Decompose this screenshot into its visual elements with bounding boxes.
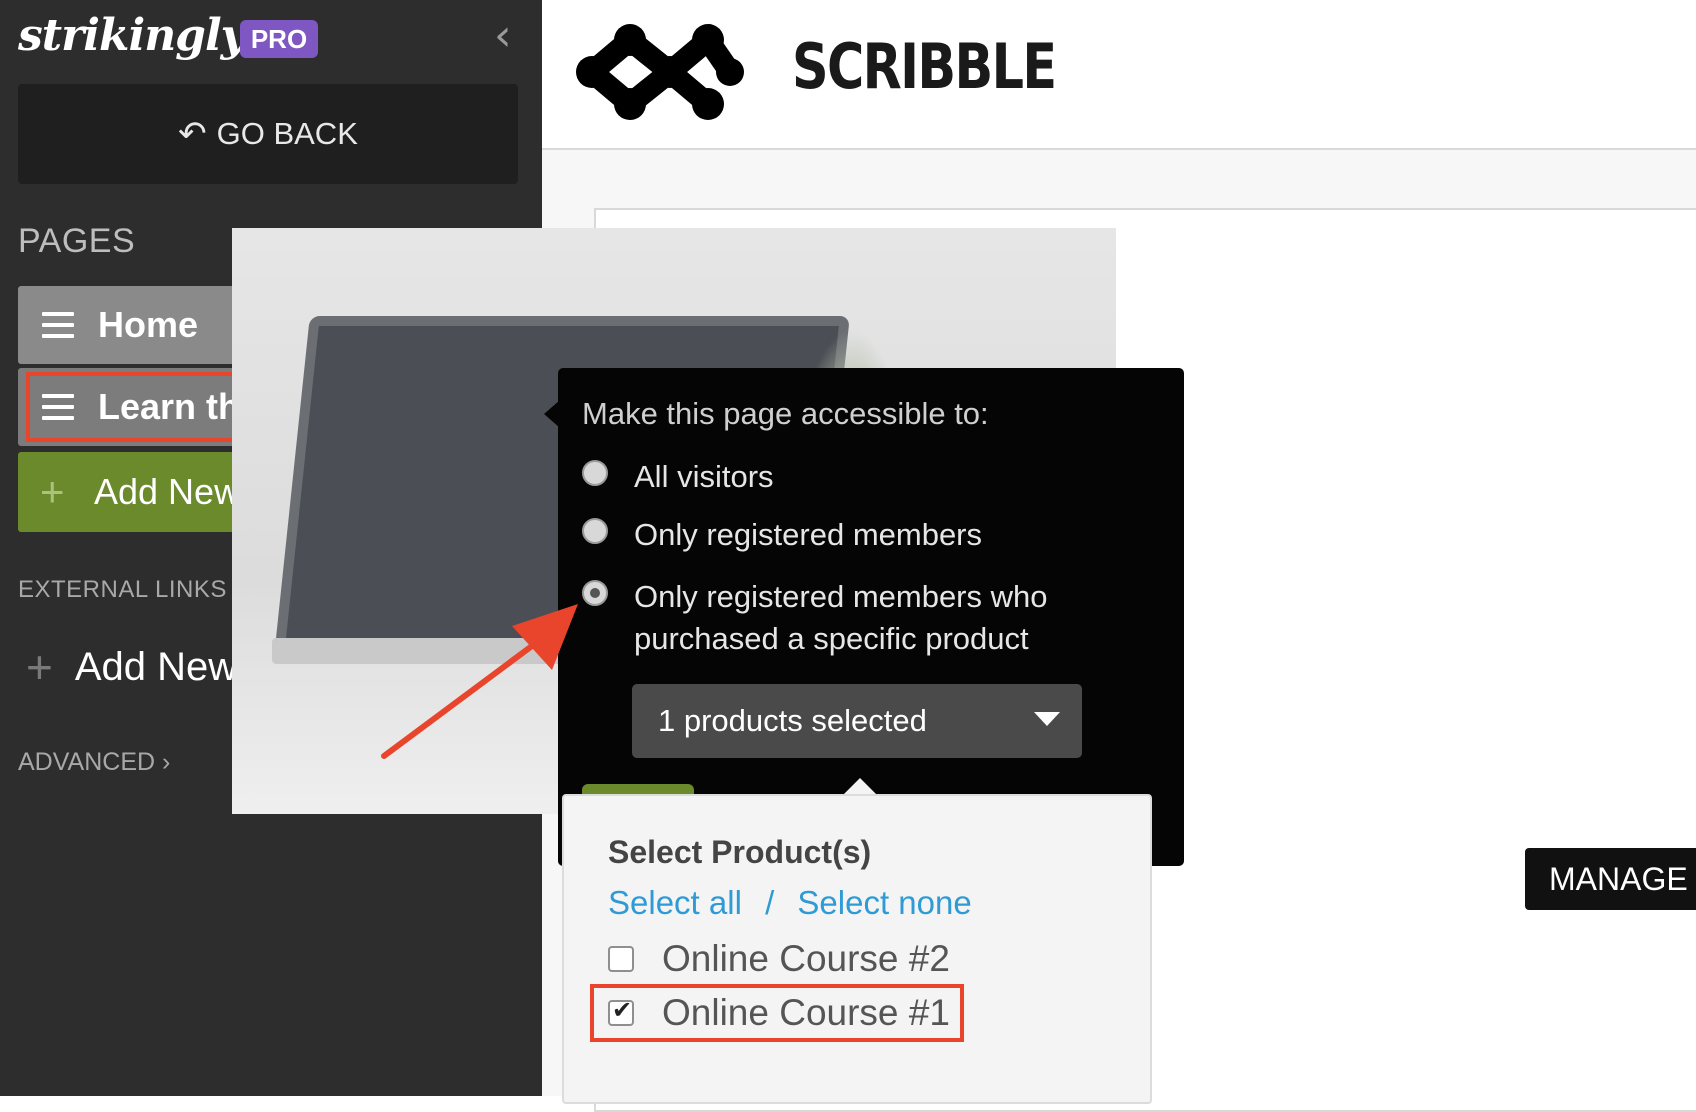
product-option-course-2[interactable]: Online Course #2 (608, 938, 950, 980)
select-none-link[interactable]: Select none (797, 884, 971, 921)
radio-button[interactable] (582, 518, 608, 544)
go-back-label: GO BACK (216, 116, 358, 151)
products-select-value: 1 products selected (658, 703, 927, 738)
select-all-link[interactable]: Select all (608, 884, 742, 921)
caret-down-icon (1034, 712, 1060, 726)
product-option-course-1[interactable]: Online Course #1 (608, 992, 950, 1034)
radio-label-line1: Only registered members who (634, 579, 1048, 614)
hamburger-icon[interactable] (42, 312, 74, 338)
radio-registered-members[interactable]: Only registered members (582, 514, 982, 556)
chevron-right-icon: › (162, 748, 171, 776)
site-header: SCRIBBLE (542, 0, 1696, 150)
popup-title: Make this page accessible to: (582, 396, 989, 431)
radio-purchased-product[interactable]: Only registered members who purchased a … (582, 576, 1048, 660)
advanced-link[interactable]: ADVANCED › (18, 748, 170, 777)
plus-icon: + (26, 641, 53, 693)
manage-button[interactable]: MANAGE (1525, 848, 1696, 910)
pages-section-title: PAGES (18, 222, 136, 260)
radio-all-visitors[interactable]: All visitors (582, 456, 774, 498)
dropdown-title: Select Product(s) (608, 834, 872, 870)
brand-logo: strikingly (18, 10, 246, 61)
external-links-title: EXTERNAL LINKS (18, 576, 227, 603)
radio-button-selected[interactable] (582, 580, 608, 606)
checkbox-checked[interactable] (608, 996, 634, 1026)
select-links: Select all / Select none (608, 884, 972, 922)
undo-arrow-icon: ↶ (178, 115, 207, 153)
site-name: SCRIBBLE (792, 30, 1057, 103)
go-back-button[interactable]: ↶ GO BACK (18, 84, 518, 184)
pro-badge: PRO (240, 20, 318, 58)
separator: / (765, 884, 775, 921)
checkbox[interactable] (608, 946, 634, 972)
advanced-label: ADVANCED (18, 748, 156, 776)
radio-label: All visitors (634, 459, 774, 494)
scribble-logo (576, 23, 744, 120)
radio-label-line2: purchased a specific product (634, 621, 1029, 656)
radio-label: Only registered members who purchased a … (634, 576, 1048, 660)
product-label: Online Course #1 (662, 992, 950, 1033)
product-label: Online Course #2 (662, 938, 950, 979)
chevron-left-icon[interactable]: ‹ (494, 14, 524, 58)
radio-button[interactable] (582, 460, 608, 486)
hamburger-icon[interactable] (42, 394, 74, 420)
plus-icon: + (40, 468, 65, 515)
radio-label: Only registered members (634, 517, 983, 552)
page-label: Home (98, 304, 199, 345)
products-select[interactable]: 1 products selected (632, 684, 1082, 758)
